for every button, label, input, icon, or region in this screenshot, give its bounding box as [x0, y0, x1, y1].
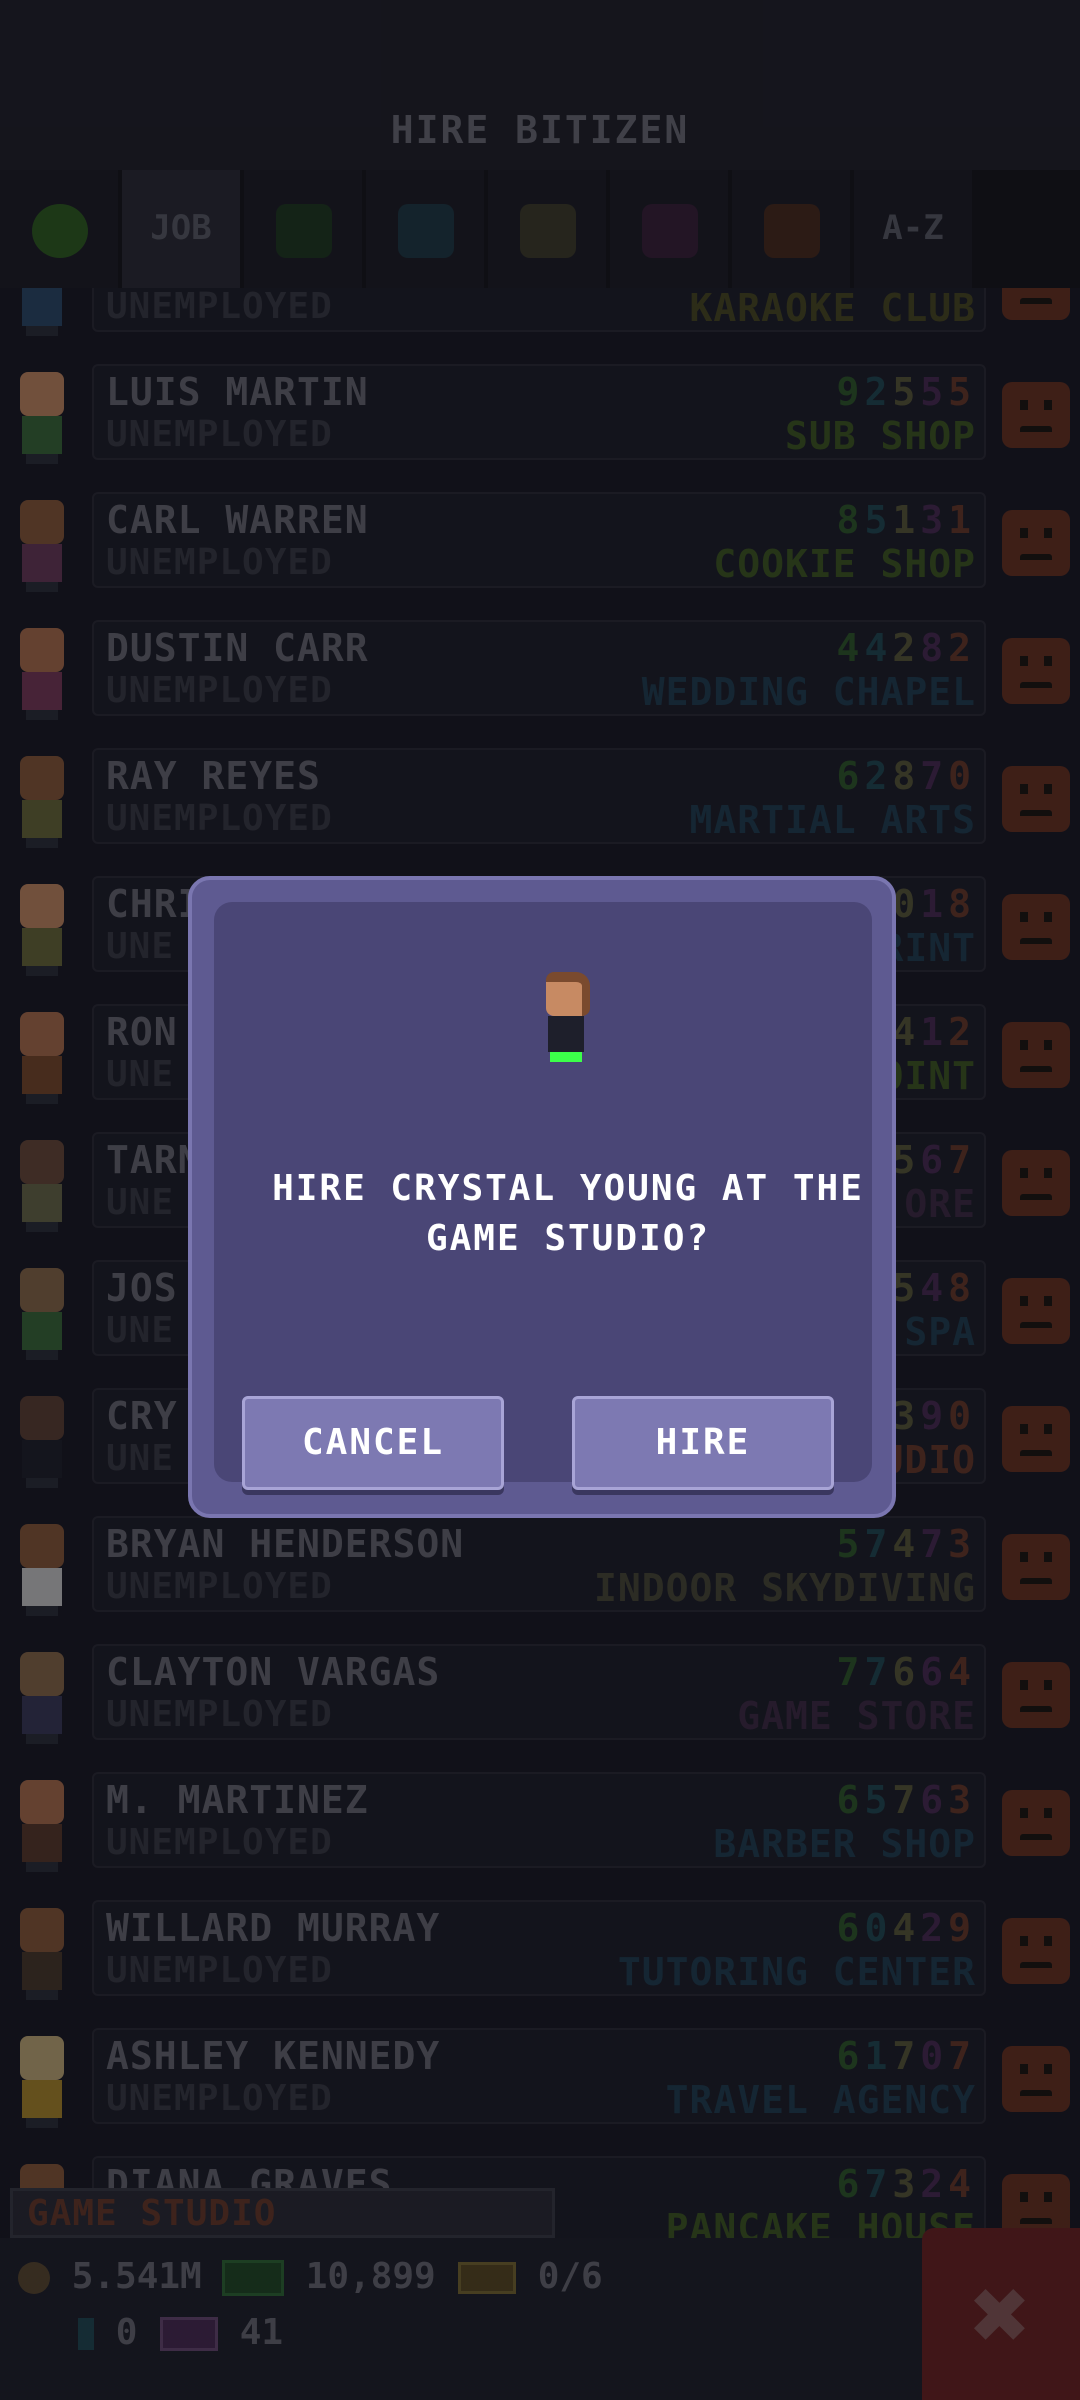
dialog-panel: HIRE CRYSTAL YOUNG AT THE GAME STUDIO? C… [214, 902, 872, 1490]
hire-button[interactable]: HIRE [572, 1396, 834, 1490]
cancel-button[interactable]: CANCEL [242, 1396, 504, 1490]
hire-question: HIRE CRYSTAL YOUNG AT THE GAME STUDIO? [272, 1168, 864, 1259]
game-screen: HIRE BITIZEN JOB A-Z UNEMPLOYED KARAOKE CL… [0, 0, 1080, 2400]
hire-dialog: HIRE CRYSTAL YOUNG AT THE GAME STUDIO? C… [188, 876, 896, 1518]
bitizen-avatar-icon [534, 972, 598, 1072]
